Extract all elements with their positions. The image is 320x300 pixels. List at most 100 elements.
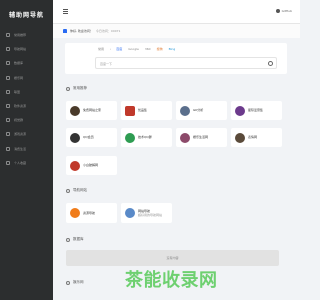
- section-title-text: 常用推荐: [73, 86, 87, 90]
- github-label: GitHub: [281, 9, 292, 13]
- top-bar: GitHub: [53, 0, 300, 24]
- sidebar-item-visual[interactable]: 视觉群: [0, 113, 53, 127]
- notice-icon: [63, 29, 67, 33]
- site-card-name: 娱乐生活网: [193, 135, 209, 140]
- search-panel: 常用 › 百度 Google 360 搜狗 Bing 百度一下: [65, 43, 287, 74]
- site-avatar: [125, 132, 135, 143]
- sidebar-item-common[interactable]: 常用推荐: [0, 28, 53, 42]
- site-card-name: 小白破解网: [83, 163, 99, 168]
- section-title-text: 数据库: [73, 237, 84, 241]
- notice-bar: 你好, 欢迎访问！ 今日访问：00071: [53, 24, 300, 38]
- tab-google[interactable]: Google: [128, 47, 139, 51]
- site-card-name: 技术QQ群: [138, 135, 152, 140]
- site-avatar: [70, 208, 80, 218]
- search-placeholder: 百度一下: [100, 61, 113, 66]
- sidebar-item-label: 游戏资源: [14, 132, 27, 137]
- site-card[interactable]: 技术QQ群: [121, 128, 172, 147]
- star-icon: [6, 33, 10, 38]
- tab-baidu[interactable]: 百度: [116, 47, 122, 51]
- database-icon: [6, 61, 10, 66]
- heart-icon: [6, 160, 10, 165]
- search-input[interactable]: 百度一下: [95, 57, 277, 69]
- github-link[interactable]: GitHub: [276, 9, 292, 13]
- site-card-name: 资源导航: [83, 210, 96, 215]
- site-card-name: GK分析: [193, 108, 204, 113]
- sidebar-item-label: 个人收藏: [14, 160, 27, 165]
- menu-icon[interactable]: [63, 9, 68, 14]
- sidebar-item-label: 数据库: [14, 61, 24, 66]
- sidebar-nav: 常用推荐 导航网站 数据库 娱乐网 联盟 软件资源 视觉群 游戏资源 消费生活 …: [0, 28, 53, 170]
- sidebar-item-favorites[interactable]: 个人收藏: [0, 156, 53, 170]
- site-card[interactable]: QQ会员: [66, 128, 117, 147]
- site-avatar: [70, 160, 80, 171]
- compass-icon: [66, 188, 70, 193]
- section-title-entertainment: 娱乐网: [66, 280, 84, 285]
- eye-icon: [6, 118, 10, 123]
- site-card[interactable]: 网站导航 超好用的导航网站: [121, 203, 172, 223]
- tab-bing[interactable]: Bing: [169, 47, 176, 51]
- site-avatar: [180, 132, 190, 143]
- site-card-desc: 超好用的导航网站: [138, 213, 163, 217]
- visit-count: 今日访问：00071: [95, 29, 121, 33]
- section-title-common: 常用推荐: [66, 86, 87, 91]
- tab-360[interactable]: 360: [145, 47, 151, 51]
- sidebar-item-label: 消费生活: [14, 146, 27, 151]
- sidebar: 辅助网导航 常用推荐 导航网站 数据库 娱乐网 联盟 软件资源 视觉群 游戏资源…: [0, 0, 53, 300]
- cart-icon: [6, 146, 10, 151]
- tab-common[interactable]: 常用: [98, 47, 104, 51]
- sidebar-item-label: 软件资源: [14, 104, 27, 109]
- site-card-name: 优品集: [138, 108, 148, 113]
- game-icon: [66, 280, 70, 285]
- site-avatar: [180, 105, 190, 116]
- star-icon: [66, 86, 70, 91]
- sidebar-item-life[interactable]: 消费生活: [0, 142, 53, 156]
- section-title-text: 娱乐网: [73, 280, 84, 284]
- site-card[interactable]: 免费网站之家: [66, 101, 117, 120]
- section-title-nav: 导航网站: [66, 188, 87, 193]
- sidebar-item-label: 常用推荐: [14, 33, 27, 38]
- sidebar-item-database[interactable]: 数据库: [0, 56, 53, 70]
- site-card-name: QQ会员: [83, 135, 94, 140]
- site-card[interactable]: 星际爱意集: [231, 101, 282, 120]
- section-title-database: 数据库: [66, 237, 84, 242]
- github-icon: [276, 9, 281, 13]
- empty-text: 没有内容: [166, 256, 179, 260]
- site-avatar: [235, 132, 245, 143]
- sidebar-item-alliance[interactable]: 联盟: [0, 85, 53, 99]
- gamepad-icon: [6, 132, 10, 137]
- sidebar-item-nav-sites[interactable]: 导航网站: [0, 42, 53, 56]
- empty-placeholder: 没有内容: [66, 250, 279, 266]
- site-avatar: [125, 208, 135, 218]
- site-card[interactable]: 表情网: [231, 128, 282, 147]
- notice-text: 你好, 欢迎访问！: [70, 29, 93, 33]
- database-icon: [66, 237, 70, 242]
- watermark-text: 茶能收录网: [125, 270, 218, 291]
- site-card[interactable]: 娱乐生活网: [176, 128, 227, 147]
- site-avatar: [70, 105, 80, 116]
- sidebar-item-label: 联盟: [14, 89, 21, 94]
- section-title-text: 导航网站: [73, 188, 87, 192]
- tab-sogou[interactable]: 搜狗: [157, 47, 163, 51]
- chevron-right-icon: ›: [110, 47, 112, 51]
- site-card-name: 星际爱意集: [248, 108, 264, 113]
- site-avatar: [70, 132, 80, 143]
- sidebar-item-label: 娱乐网: [14, 75, 24, 80]
- site-logo[interactable]: 辅助网导航: [0, 0, 53, 28]
- link-icon: [6, 89, 10, 94]
- sidebar-item-label: 视觉群: [14, 118, 24, 123]
- sidebar-item-entertainment[interactable]: 娱乐网: [0, 71, 53, 85]
- site-card[interactable]: 资源导航: [66, 203, 117, 223]
- site-avatar: [125, 105, 135, 116]
- site-card[interactable]: 小白破解网: [66, 156, 117, 175]
- compass-icon: [6, 47, 10, 52]
- game-icon: [6, 75, 10, 80]
- search-icon[interactable]: [268, 61, 273, 66]
- site-card-name: 表情网: [248, 135, 258, 140]
- site-card-name: 免费网站之家: [83, 108, 102, 113]
- site-avatar: [235, 105, 245, 116]
- sidebar-item-games[interactable]: 游戏资源: [0, 127, 53, 141]
- search-engine-tabs: 常用 › 百度 Google 360 搜狗 Bing: [98, 47, 181, 51]
- site-card[interactable]: 优品集: [121, 101, 172, 120]
- sidebar-item-software[interactable]: 软件资源: [0, 99, 53, 113]
- site-card[interactable]: GK分析: [176, 101, 227, 120]
